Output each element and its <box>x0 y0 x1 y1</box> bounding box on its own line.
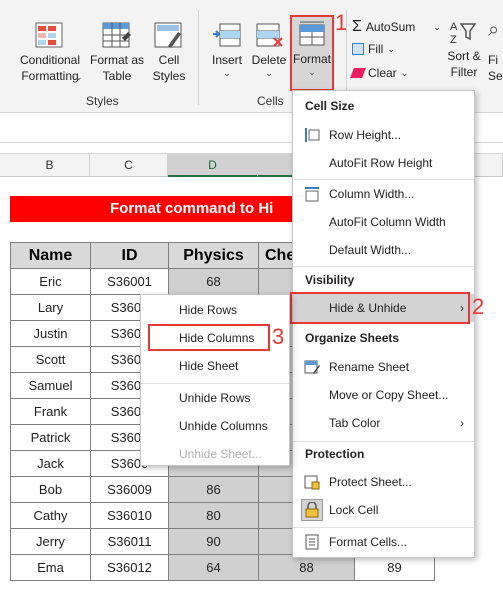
column-header-c[interactable]: C <box>90 154 168 177</box>
cell-name[interactable]: Cathy <box>10 502 91 529</box>
cell-chemistry[interactable]: 88 <box>258 554 355 581</box>
protect-sheet-icon <box>304 475 320 490</box>
submenu-unhide-columns[interactable]: Unhide Columns <box>141 413 289 439</box>
cell-id[interactable]: S36010 <box>90 502 169 529</box>
organize-sheets-header: Organize Sheets <box>305 331 400 345</box>
styles-group-label: Styles <box>86 94 119 108</box>
column-header-b[interactable]: B <box>10 154 90 177</box>
cell-id[interactable]: S36012 <box>90 554 169 581</box>
cell-size-header: Cell Size <box>305 99 355 113</box>
insert-button[interactable]: Insert ⌄ <box>206 22 248 78</box>
chevron-down-icon: ⌄ <box>387 43 395 54</box>
header-physics[interactable]: Physics <box>168 242 259 269</box>
header-name[interactable]: Name <box>10 242 91 269</box>
callout-2: 2 <box>472 294 485 319</box>
cell-name[interactable]: Jerry <box>10 528 91 555</box>
cell-name[interactable]: Ema <box>10 554 91 581</box>
cell-id[interactable]: S36011 <box>90 528 169 555</box>
eraser-icon <box>350 68 366 78</box>
menu-lock-cell[interactable]: Lock Cell <box>293 496 474 524</box>
submenu-hide-rows[interactable]: Hide Rows <box>141 297 289 323</box>
row-height-icon <box>305 128 320 142</box>
cell-extra[interactable]: 89 <box>354 554 435 581</box>
autosum-button[interactable]: Σ AutoSum ⌄ <box>352 18 441 36</box>
hide-unhide-highlight <box>290 292 470 324</box>
chevron-down-icon: ⌄ <box>75 72 83 82</box>
find-select-button[interactable]: ⌕ Fi Se <box>488 19 503 84</box>
search-icon: ⌕ <box>488 19 500 41</box>
menu-column-width[interactable]: Column Width... <box>293 180 474 208</box>
rename-sheet-icon <box>304 360 320 374</box>
insert-cells-icon <box>213 23 241 47</box>
format-cells-icon <box>305 534 319 550</box>
cell-name[interactable]: Samuel <box>10 372 91 399</box>
clear-button[interactable]: Clear ⌄ <box>350 66 409 80</box>
svg-text:Z: Z <box>450 34 457 46</box>
format-dropdown-menu: Cell Size Row Height... AutoFit Row Heig… <box>292 90 475 558</box>
fill-down-icon <box>352 43 364 55</box>
cell-physics[interactable]: 90 <box>168 528 259 555</box>
chevron-right-icon: › <box>460 416 464 430</box>
cell-name[interactable]: Eric <box>10 268 91 295</box>
submenu-unhide-rows[interactable]: Unhide Rows <box>141 385 289 411</box>
sort-filter-icon: A Z <box>450 21 477 46</box>
header-id[interactable]: ID <box>90 242 169 269</box>
cell-name[interactable]: Jack <box>10 450 91 477</box>
lock-icon <box>301 499 323 521</box>
fill-button[interactable]: Fill ⌄ <box>352 42 395 56</box>
visibility-header: Visibility <box>305 273 355 287</box>
hide-unhide-submenu: Hide Rows Hide Columns Hide Sheet Unhide… <box>140 294 290 466</box>
cell-name[interactable]: Frank <box>10 398 91 425</box>
format-as-table-button[interactable]: Format as Table <box>86 22 148 84</box>
chevron-down-icon: ⌄ <box>400 67 409 78</box>
submenu-hide-sheet[interactable]: Hide Sheet <box>141 353 289 379</box>
cell-styles-button[interactable]: Cell Styles <box>144 22 194 84</box>
submenu-unhide-sheet: Unhide Sheet... <box>179 447 262 461</box>
cell-name[interactable]: Patrick <box>10 424 91 451</box>
cell-id[interactable]: S36001 <box>90 268 169 295</box>
cell-physics[interactable]: 86 <box>168 476 259 503</box>
menu-tab-color[interactable]: Tab Color › <box>293 409 474 437</box>
cell-physics[interactable]: 64 <box>168 554 259 581</box>
table-row: Ema S36012 64 88 89 <box>10 554 435 581</box>
menu-move-copy-sheet[interactable]: Move or Copy Sheet... <box>293 381 474 409</box>
delete-cells-icon <box>256 23 283 47</box>
menu-rename-sheet[interactable]: Rename Sheet <box>293 353 474 381</box>
title-banner: Format command to Hi <box>10 196 300 222</box>
conditional-formatting-icon <box>35 22 63 48</box>
table-icon <box>102 22 131 48</box>
cell-name[interactable]: Scott <box>10 346 91 373</box>
menu-protect-sheet[interactable]: Protect Sheet... <box>293 468 474 496</box>
menu-default-width[interactable]: Default Width... <box>293 236 474 264</box>
cell-name[interactable]: Bob <box>10 476 91 503</box>
menu-row-height[interactable]: Row Height... <box>293 121 474 149</box>
menu-autofit-column-width[interactable]: AutoFit Column Width <box>293 208 474 236</box>
svg-text:A: A <box>450 21 458 33</box>
protection-header: Protection <box>305 447 365 461</box>
cell-physics[interactable]: 68 <box>168 268 259 295</box>
cell-id[interactable]: S36009 <box>90 476 169 503</box>
group-separator <box>198 10 199 105</box>
sort-filter-button[interactable]: A Z Sort & Filter <box>444 18 484 80</box>
column-header-d[interactable]: D <box>168 154 258 177</box>
cell-physics[interactable]: 80 <box>168 502 259 529</box>
delete-button[interactable]: Delete ⌄ <box>250 22 288 78</box>
callout-3: 3 <box>272 324 285 349</box>
hide-columns-highlight <box>148 324 270 351</box>
menu-autofit-row-height[interactable]: AutoFit Row Height <box>293 149 474 177</box>
chevron-down-icon: ⌄ <box>433 21 441 32</box>
column-width-icon <box>305 187 319 202</box>
cells-group-label: Cells <box>257 94 284 108</box>
format-button-highlight <box>290 15 334 91</box>
menu-format-cells[interactable]: Format Cells... <box>293 528 474 556</box>
sigma-icon: Σ <box>352 18 362 35</box>
cell-name[interactable]: Justin <box>10 320 91 347</box>
cell-styles-icon <box>154 22 182 48</box>
cell-name[interactable]: Lary <box>10 294 91 321</box>
